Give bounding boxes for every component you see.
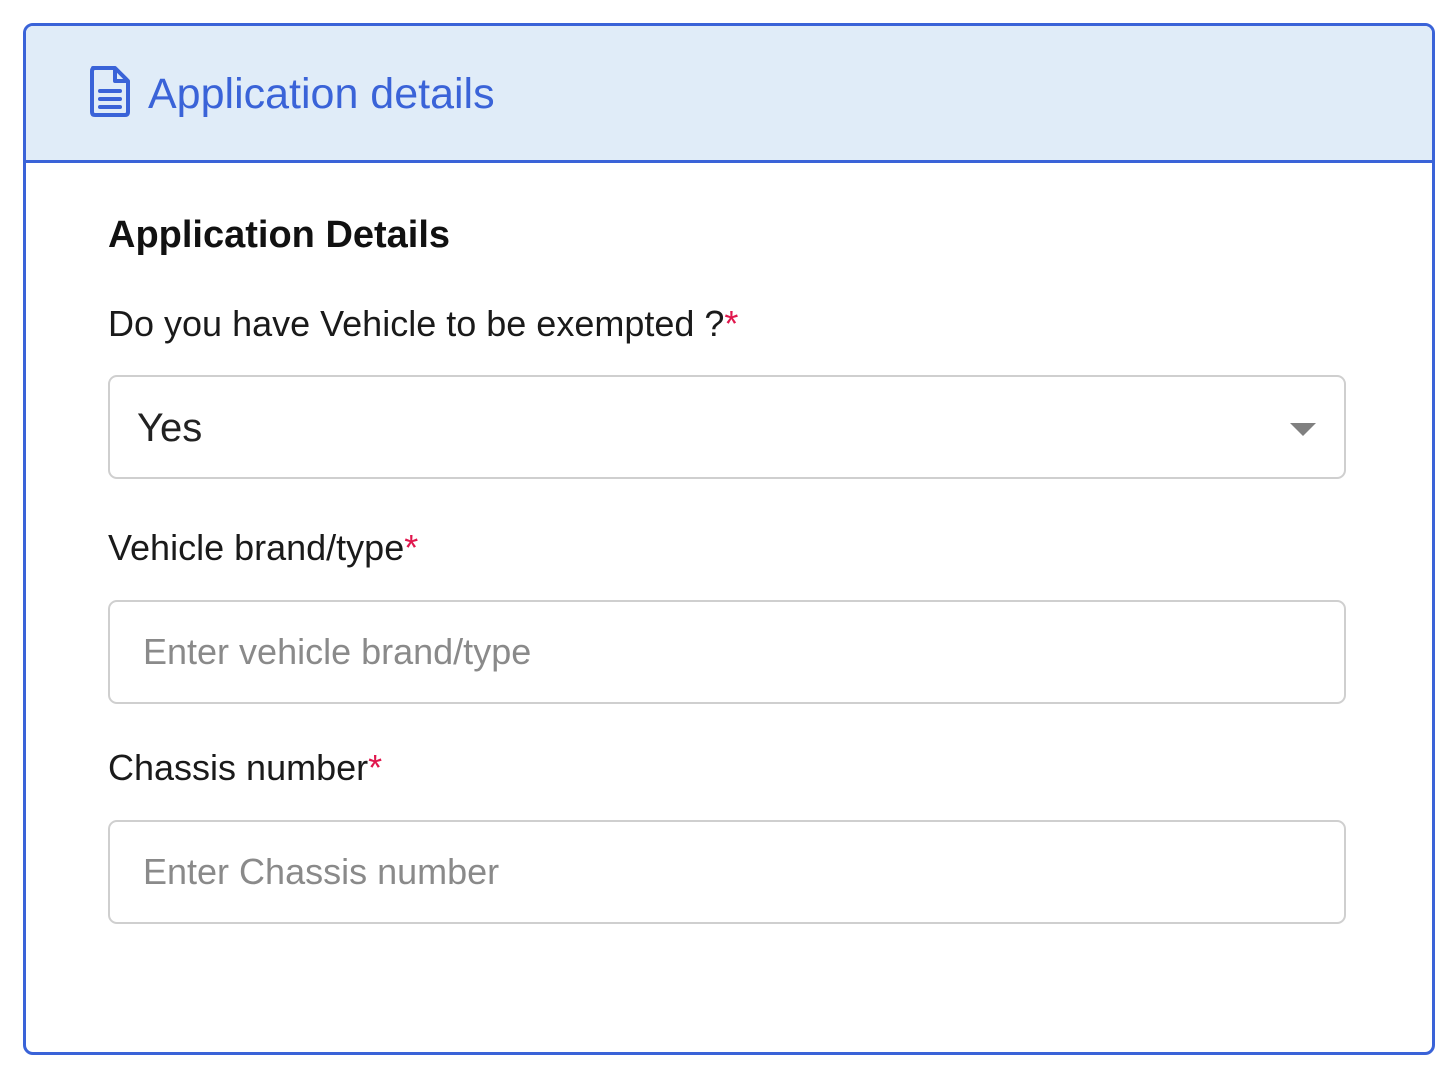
- vehicle-exempt-select[interactable]: Yes: [108, 375, 1346, 479]
- required-asterisk: *: [404, 527, 419, 568]
- required-asterisk: *: [724, 303, 739, 344]
- card-header[interactable]: Application details: [26, 26, 1432, 163]
- chassis-number-label: Chassis number*: [108, 746, 382, 790]
- document-icon: [90, 66, 130, 117]
- vehicle-exempt-label-text: Do you have Vehicle to be exempted ?: [108, 303, 725, 344]
- chassis-number-input[interactable]: [110, 822, 1344, 922]
- vehicle-exempt-label: Do you have Vehicle to be exempted ?*: [108, 302, 738, 346]
- vehicle-brand-label: Vehicle brand/type*: [108, 526, 418, 570]
- section-title: Application Details: [108, 214, 451, 256]
- application-details-card: Application details Application Details …: [23, 23, 1435, 1055]
- vehicle-exempt-select-value: Yes: [137, 406, 203, 450]
- vehicle-brand-field[interactable]: [108, 600, 1346, 704]
- chassis-number-field[interactable]: [108, 820, 1346, 924]
- chassis-number-label-text: Chassis number: [108, 747, 369, 788]
- card-header-title: Application details: [148, 70, 495, 118]
- chevron-down-icon[interactable]: [1290, 423, 1316, 436]
- required-asterisk: *: [368, 747, 383, 788]
- vehicle-brand-label-text: Vehicle brand/type: [108, 527, 405, 568]
- vehicle-brand-input[interactable]: [110, 602, 1344, 702]
